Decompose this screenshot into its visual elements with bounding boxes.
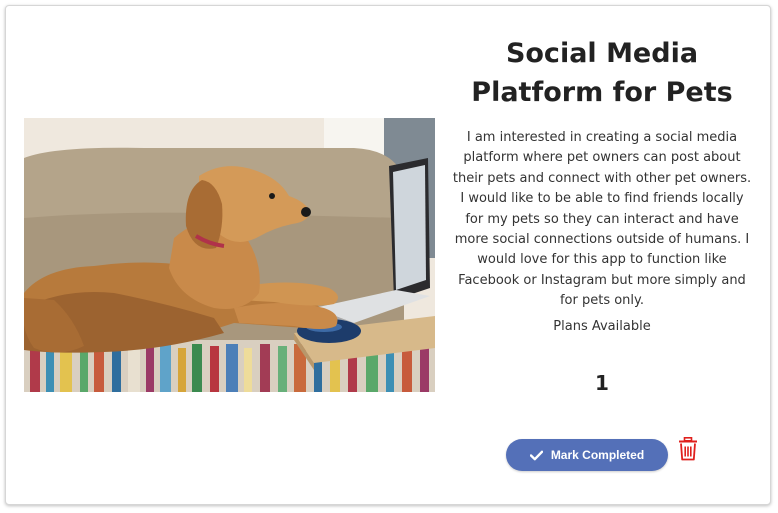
idea-description: I am interested in creating a social med… — [452, 130, 752, 309]
plans-available-count: 1 — [595, 371, 609, 395]
plans-available-label: Plans Available — [553, 319, 651, 334]
mark-completed-button[interactable]: Mark Completed — [506, 439, 668, 471]
check-icon — [529, 450, 543, 461]
mark-completed-label: Mark Completed — [550, 448, 645, 462]
trash-icon[interactable] — [677, 436, 699, 462]
idea-title: Social Media Platform for Pets — [471, 38, 733, 108]
dog-laptop-photo — [24, 118, 435, 392]
